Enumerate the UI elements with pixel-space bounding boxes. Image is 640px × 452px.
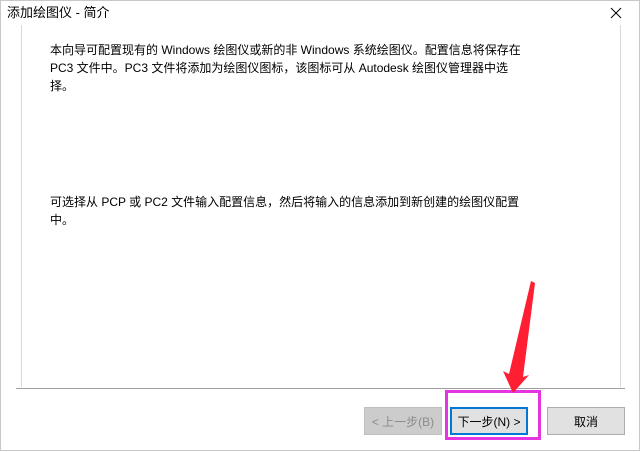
back-button[interactable]: < 上一步(B) <box>364 407 442 435</box>
button-divider <box>16 388 625 390</box>
wizard-content-panel: 本向导可配置现有的 Windows 绘图仪或新的非 Windows 系统绘图仪。… <box>21 25 621 387</box>
window-title: 添加绘图仪 - 简介 <box>7 5 110 20</box>
add-plotter-dialog: 添加绘图仪 - 简介 本向导可配置现有的 Windows 绘图仪或新的非 Win… <box>0 0 640 451</box>
title-bar: 添加绘图仪 - 简介 <box>1 1 639 25</box>
cancel-button[interactable]: 取消 <box>547 407 625 435</box>
intro-paragraph: 本向导可配置现有的 Windows 绘图仪或新的非 Windows 系统绘图仪。… <box>50 43 521 93</box>
next-button[interactable]: 下一步(N) > <box>450 407 528 435</box>
import-paragraph: 可选择从 PCP 或 PC2 文件输入配置信息，然后将输入的信息添加到新创建的绘… <box>50 195 520 227</box>
close-icon <box>610 7 622 19</box>
close-button[interactable] <box>593 1 639 25</box>
